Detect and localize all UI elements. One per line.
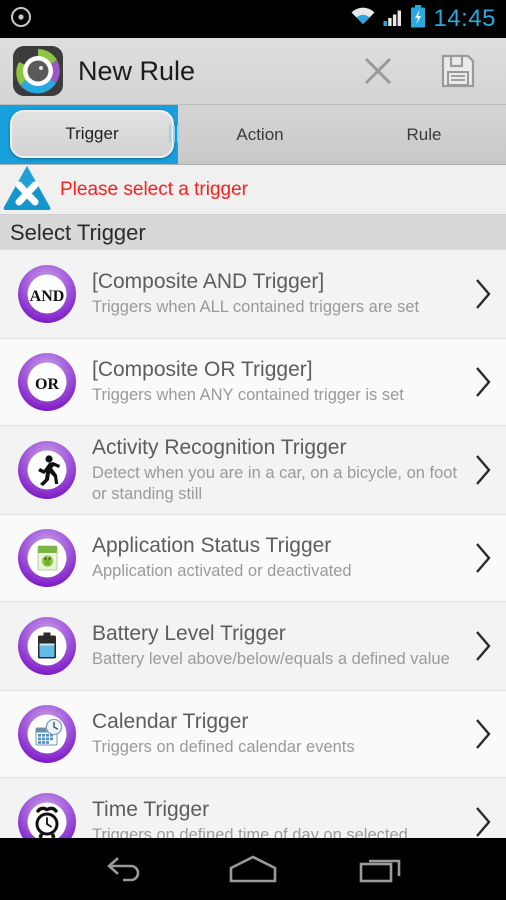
app-logo-icon	[12, 45, 64, 97]
signal-icon	[383, 7, 403, 32]
list-item-text: Application Status Trigger Application ac…	[78, 534, 468, 582]
action-bar-actions	[356, 49, 494, 93]
list-item[interactable]: Calendar Trigger Triggers on defined cale…	[0, 691, 506, 778]
battery-charging-icon	[410, 4, 426, 34]
back-icon[interactable]	[89, 845, 159, 893]
chevron-right-icon[interactable]	[468, 449, 498, 491]
list-item[interactable]: Application Status Trigger Application ac…	[0, 515, 506, 602]
save-icon[interactable]	[436, 49, 480, 93]
list-item-text: [Composite AND Trigger] Triggers when ALL…	[78, 270, 468, 318]
record-circle-icon	[10, 6, 32, 33]
battery-level-icon	[16, 615, 78, 677]
list-item-text: Activity Recognition Trigger Detect when …	[78, 436, 468, 504]
list-item[interactable]: OR [Composite OR Trigger] Triggers when AN…	[0, 339, 506, 426]
list-item-title: [Composite AND Trigger]	[92, 270, 325, 294]
phone-screen: 14:45 New Rule Trigger Action Rule Pleas…	[0, 0, 506, 900]
warning-x-triangle-icon	[2, 163, 52, 216]
list-item[interactable]: Battery Level Trigger Battery level above…	[0, 602, 506, 691]
list-item-title: Calendar Trigger	[92, 710, 249, 734]
list-item-subtitle: Detect when you are in a car, on a bicyc…	[92, 463, 458, 503]
list-item-text: Battery Level Trigger Battery level above…	[78, 622, 468, 670]
list-item-subtitle: Application activated or deactivated	[92, 562, 352, 581]
list-item-title: Activity Recognition Trigger	[92, 435, 347, 459]
action-bar: New Rule	[0, 38, 506, 105]
warning-row: Please select a trigger	[0, 165, 506, 215]
close-icon[interactable]	[356, 49, 400, 93]
chevron-right-icon[interactable]	[468, 801, 498, 838]
status-bar-clock: 14:45	[433, 4, 496, 32]
status-bar: 14:45	[0, 0, 506, 38]
list-item-subtitle: Triggers when ANY contained trigger is s…	[92, 386, 404, 405]
tab-bar: Trigger Action Rule	[0, 105, 506, 165]
list-item-text: Time Trigger Triggers on defined time of …	[78, 798, 468, 838]
tab-trigger[interactable]: Trigger	[0, 105, 179, 164]
list-item[interactable]: Activity Recognition Trigger Detect when …	[0, 426, 506, 515]
tab-trigger-label: Trigger	[65, 124, 119, 143]
tab-rule-label: Rule	[406, 124, 442, 144]
list-item[interactable]: AND [Composite AND Trigger] Triggers when …	[0, 250, 506, 339]
chevron-right-icon[interactable]	[468, 713, 498, 755]
list-item-subtitle: Battery level above/below/equals a defin…	[92, 650, 450, 669]
home-icon[interactable]	[218, 845, 288, 893]
list-item-subtitle: Triggers on defined calendar events	[92, 738, 355, 757]
status-bar-left	[10, 6, 32, 33]
list-item[interactable]: Time Trigger Triggers on defined time of …	[0, 778, 506, 838]
alarm-clock-icon	[16, 791, 78, 838]
chevron-right-icon[interactable]	[468, 625, 498, 667]
wifi-icon	[350, 7, 376, 32]
chevron-right-icon[interactable]	[468, 537, 498, 579]
tab-rule[interactable]: Rule	[342, 105, 506, 164]
svg-text:OR: OR	[35, 376, 59, 393]
tab-action[interactable]: Action	[178, 105, 342, 164]
chevron-right-icon[interactable]	[468, 273, 498, 315]
composite-and-icon: AND	[16, 263, 78, 325]
list-item-subtitle: Triggers when ALL contained triggers are…	[92, 298, 420, 317]
tab-action-label: Action	[236, 124, 284, 144]
list-item-title: Time Trigger	[92, 798, 210, 822]
list-item-title: Application Status Trigger	[92, 534, 332, 558]
list-item-text: [Composite OR Trigger] Triggers when ANY …	[78, 358, 468, 406]
trigger-list[interactable]: AND [Composite AND Trigger] Triggers when …	[0, 250, 506, 838]
status-bar-right: 14:45	[350, 4, 496, 34]
tab-trigger-chip[interactable]: Trigger	[10, 110, 179, 158]
list-item-text: Calendar Trigger Triggers on defined cale…	[78, 710, 468, 758]
recents-icon[interactable]	[347, 845, 417, 893]
list-item-subtitle: Triggers on defined time of day on selec…	[92, 826, 408, 838]
navigation-bar	[0, 838, 506, 900]
warning-text: Please select a trigger	[60, 178, 248, 200]
chevron-right-icon[interactable]	[468, 361, 498, 403]
page-title: New Rule	[78, 55, 196, 86]
list-item-title: [Composite OR Trigger]	[92, 358, 313, 382]
activity-recognition-icon	[16, 439, 78, 501]
list-item-title: Battery Level Trigger	[92, 622, 286, 646]
svg-text:AND: AND	[30, 288, 65, 305]
application-status-icon	[16, 527, 78, 589]
calendar-icon	[16, 703, 78, 765]
section-header: Select Trigger	[0, 215, 506, 250]
composite-or-icon: OR	[16, 351, 78, 413]
